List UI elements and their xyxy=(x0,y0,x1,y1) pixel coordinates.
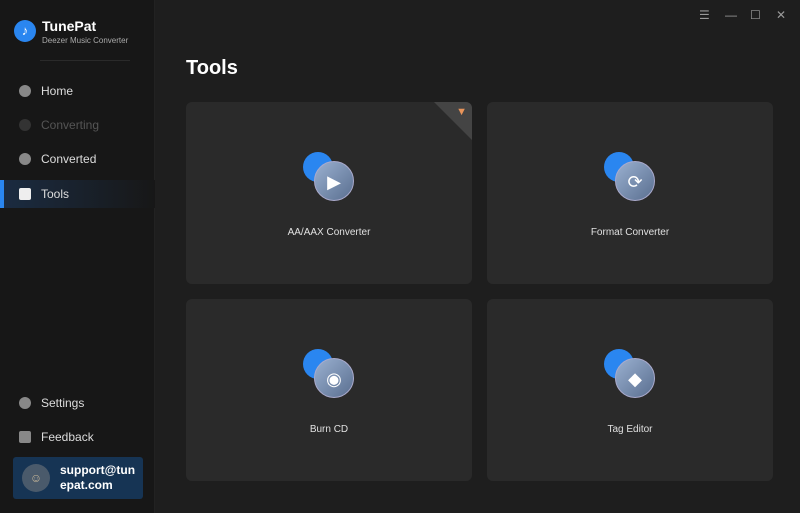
tool-card-burn-cd[interactable]: ◉ Burn CD xyxy=(186,299,472,481)
account-button[interactable]: ☺ support@tunepat.com xyxy=(13,457,143,499)
sidebar-item-label: Converted xyxy=(41,152,97,166)
app-name: TunePat xyxy=(42,18,97,34)
tool-label: AA/AAX Converter xyxy=(287,227,371,238)
maximize-icon[interactable]: ☐ xyxy=(750,8,761,22)
home-icon xyxy=(19,85,31,97)
menu-icon[interactable]: ☰ xyxy=(699,8,710,22)
tool-card-format-converter[interactable]: ⟳ Format Converter xyxy=(487,102,773,284)
audiobook-icon: ▶ xyxy=(303,152,358,207)
sidebar: ♪ TunePat Deezer Music Converter Home Co… xyxy=(0,0,155,513)
sidebar-item-tools[interactable]: Tools xyxy=(0,180,155,208)
fox-badge-icon: ▼ xyxy=(456,106,467,118)
converting-icon xyxy=(19,119,31,131)
tool-card-aa-aax-converter[interactable]: ▼ ▶ AA/AAX Converter xyxy=(186,102,472,284)
minimize-icon[interactable]: — xyxy=(725,8,737,22)
clock-icon xyxy=(19,153,31,165)
sidebar-item-converted[interactable]: Converted xyxy=(0,145,155,173)
sidebar-item-label: Home xyxy=(41,84,74,98)
gear-icon xyxy=(19,397,31,409)
mail-icon xyxy=(19,431,31,443)
tool-label: Tag Editor xyxy=(607,424,653,435)
disc-icon: ◉ xyxy=(303,349,358,404)
sidebar-item-label: Converting xyxy=(41,118,100,132)
sidebar-item-settings[interactable]: Settings xyxy=(0,389,155,417)
close-icon[interactable]: ✕ xyxy=(776,8,786,22)
page-title: Tools xyxy=(186,57,238,79)
tool-card-tag-editor[interactable]: ◆ Tag Editor xyxy=(487,299,773,481)
tool-label: Burn CD xyxy=(309,424,349,435)
sidebar-item-label: Feedback xyxy=(41,430,94,444)
app-subtitle: Deezer Music Converter xyxy=(42,36,129,45)
sidebar-item-converting[interactable]: Converting xyxy=(0,111,155,139)
toolbox-icon xyxy=(19,188,31,200)
sidebar-item-home[interactable]: Home xyxy=(0,77,155,105)
app-logo-icon: ♪ xyxy=(14,20,36,42)
sidebar-item-feedback[interactable]: Feedback xyxy=(0,423,155,451)
account-email: support@tunepat.com xyxy=(60,463,136,492)
sidebar-item-label: Settings xyxy=(41,396,85,410)
tool-label: Format Converter xyxy=(590,227,670,238)
tag-icon: ◆ xyxy=(604,349,659,404)
divider xyxy=(40,60,130,61)
refresh-icon: ⟳ xyxy=(604,152,659,207)
sidebar-item-label: Tools xyxy=(41,187,70,201)
avatar-icon: ☺ xyxy=(22,464,50,492)
